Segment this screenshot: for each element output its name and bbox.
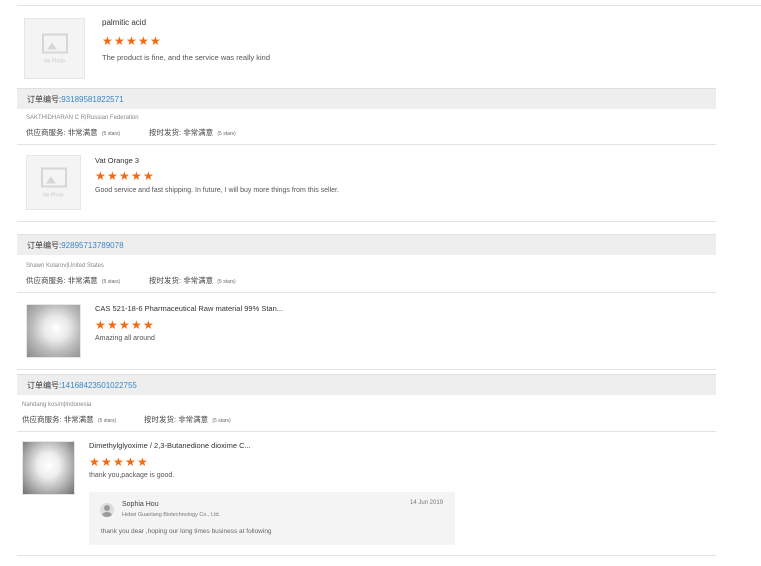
review-comment: The product is fine, and the service was… [102,53,270,62]
star-icon: ★ [113,455,124,469]
rating-label: 供应商服务: [26,128,66,137]
rating-label: 供应商服务: [22,415,62,424]
star-icon: ★ [138,34,149,48]
no-photo-icon: No Photo [40,167,67,198]
order-number-link[interactable]: 93189581822571 [61,95,123,104]
rating-label: 按时发货: [149,128,182,137]
order-header: 订单编号:92895713789078 [17,234,716,255]
divider [17,221,716,222]
product-name[interactable]: palmitic acid [102,18,146,27]
star-icon: ★ [107,318,118,332]
star-icon: ★ [126,34,137,48]
order-number-link[interactable]: 92895713789078 [61,241,123,250]
star-icon: ★ [150,34,161,48]
product-name[interactable]: Dimethylglyoxime / 2,3-Butanedione dioxi… [89,441,251,450]
star-icon: ★ [95,169,106,183]
star-icon: ★ [89,455,100,469]
buyer-info: Nandang kosim|Indonesia [22,402,92,408]
rating-label: 按时发货: [144,415,177,424]
order-label: 订单编号: [27,381,62,390]
star-icon: ★ [131,318,142,332]
order-number-link[interactable]: 141684235010227​55 [61,381,137,390]
star-icon: ★ [143,318,154,332]
reply-author: Sophia Hou [122,501,159,508]
buyer-info: Shawn Kolarov|United States [26,263,104,269]
buyer-info: SAKTHIDHARAN C R|Russian Federation [26,115,139,121]
rating-value: 非常满意 [183,128,214,137]
product-photo[interactable] [22,441,75,495]
on-time-rating: 按时发货: 非常满意 (5 stars) [149,127,236,138]
divider [17,292,716,293]
on-time-rating: 按时发货: 非常满意 (5 stars) [144,414,231,425]
no-photo-icon: No Photo [41,33,68,64]
star-rating: ★ ★ ★ ★ ★ [95,318,154,332]
product-name[interactable]: CAS 521-18-6 Pharmaceutical Raw material… [95,304,283,313]
reply-company: Hebei Guanlang Biotechnology Co., Ltd. [122,512,221,518]
order-header: 订单编号:93189581822571 [17,88,716,109]
star-rating: ★ ★ ★ ★ ★ [89,455,148,469]
rating-stars-text: (5 stars) [217,279,236,285]
rating-value: 非常满意 [67,128,98,137]
rating-value: 非常满意 [183,276,214,285]
rating-label: 按时发货: [149,276,182,285]
star-icon: ★ [102,34,113,48]
supplier-service-rating: 供应商服务: 非常满意 (5 stars) [26,275,120,286]
star-icon: ★ [143,169,154,183]
star-icon: ★ [125,455,136,469]
supplier-service-rating: 供应商服务: 非常满意 (5 stars) [22,414,116,425]
star-icon: ★ [107,169,118,183]
star-rating: ★ ★ ★ ★ ★ [95,169,154,183]
star-icon: ★ [114,34,125,48]
divider [17,369,716,370]
order-label: 订单编号: [27,241,62,250]
order-label: 订单编号: [27,95,62,104]
rating-stars-text: (5 stars) [217,131,236,137]
product-thumbnail[interactable]: No Photo [26,155,81,210]
star-icon: ★ [119,318,130,332]
rating-value: 非常满意 [178,415,209,424]
star-icon: ★ [137,455,148,469]
avatar-icon [100,503,114,517]
rating-label: 供应商服务: [26,276,66,285]
review-comment: thank you,package is good. [89,472,175,479]
star-icon: ★ [101,455,112,469]
divider [17,555,716,556]
star-rating: ★ ★ ★ ★ ★ [102,34,161,48]
product-name[interactable]: Vat Orange 3 [95,156,139,165]
product-photo[interactable] [26,304,81,358]
reply-text: thank you dear ,hoping our long times bu… [101,528,272,535]
rating-value: 非常满意 [67,276,98,285]
divider [17,5,761,6]
star-icon: ★ [119,169,130,183]
rating-stars-text: (5 stars) [97,418,117,424]
rating-stars-text: (5 stars) [101,131,121,137]
reply-date: 14 Jun 2019 [410,500,444,506]
divider [17,431,716,432]
on-time-rating: 按时发货: 非常满意 (5 stars) [149,275,236,286]
supplier-service-rating: 供应商服务: 非常满意 (5 stars) [26,127,120,138]
star-icon: ★ [95,318,106,332]
order-header: 订单编号:141684235010227​55 [17,374,716,395]
review-comment: Good service and fast shipping. In futur… [95,187,339,194]
rating-stars-text: (5 stars) [212,418,231,424]
seller-reply [89,492,455,545]
rating-value: 非常满意 [63,415,94,424]
rating-stars-text: (5 stars) [101,279,121,285]
divider [17,144,716,145]
product-thumbnail[interactable]: No Photo [24,18,85,79]
review-comment: Amazing all around [95,335,155,342]
star-icon: ★ [131,169,142,183]
